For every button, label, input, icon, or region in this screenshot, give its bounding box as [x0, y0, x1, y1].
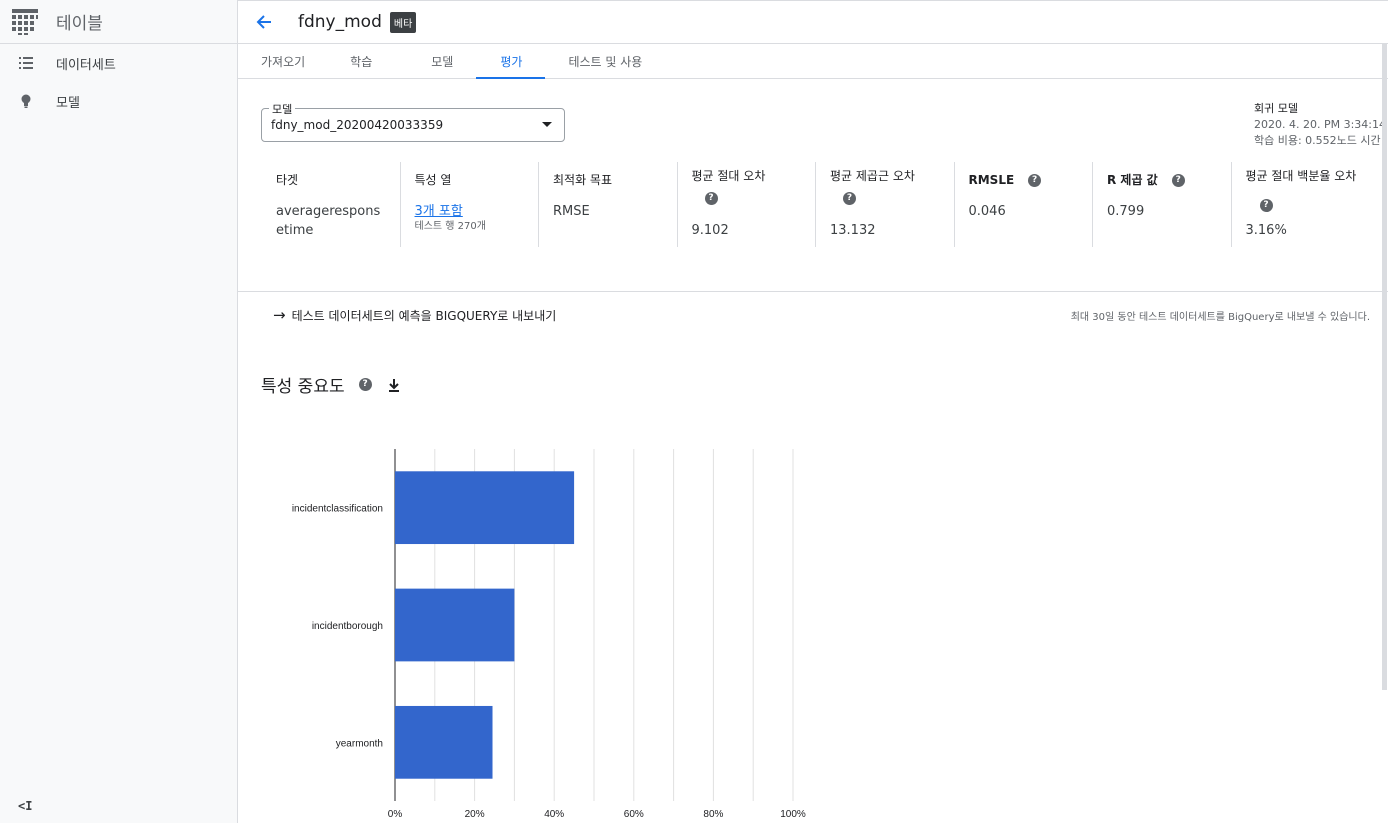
metric-label: 평균 절대 백분율 오차: [1245, 169, 1357, 183]
metric-rmsle: RMSLE? 0.046: [955, 162, 1093, 247]
scrollbar[interactable]: [1382, 44, 1387, 690]
metric-mae: 평균 절대 오차 ? 9.102: [678, 162, 816, 247]
download-icon[interactable]: [386, 377, 402, 393]
metric-label: 평균 제곱근 오차: [830, 169, 915, 183]
page-header: fdny_mod 베타: [238, 0, 1388, 44]
model-select-value: fdny_mod_20200420033359: [271, 118, 444, 132]
training-cost: 학습 비용: 0.552노드 시간: [1254, 134, 1381, 147]
lightbulb-icon: [18, 93, 34, 109]
export-to-bigquery-button[interactable]: → 테스트 데이터세트의 예측을 BIGQUERY로 내보내기: [273, 306, 556, 324]
metric-target: 타겟 averagerespons etime: [262, 162, 401, 247]
x-tick-label: 100%: [780, 809, 806, 820]
feature-importance-chart: incidentclassification incidentborough yea…: [292, 449, 806, 820]
feature-importance-header: 특성 중요도 ?: [261, 372, 402, 397]
tab-models[interactable]: 모델: [404, 44, 476, 78]
help-icon[interactable]: ?: [704, 192, 718, 205]
beta-badge: 베타: [389, 11, 417, 33]
x-tick-label: 40%: [544, 809, 564, 820]
export-label: 테스트 데이터세트의 예측을 BIGQUERY로 내보내기: [291, 308, 557, 323]
y-tick-label: yearmonth: [336, 738, 383, 749]
tab-import[interactable]: 가져오기: [238, 44, 328, 78]
metric-label: 타겟: [276, 173, 299, 187]
dataset-name: fdny_mod: [298, 12, 382, 32]
metric-rmse: 평균 제곱근 오차 ? 13.132: [816, 162, 955, 247]
list-icon: [18, 55, 34, 71]
help-icon[interactable]: ?: [1259, 199, 1273, 212]
model-type: 회귀 모델: [1254, 102, 1298, 115]
sidebar-title: 테이블: [56, 14, 103, 34]
metric-label: R 제곱 값: [1107, 173, 1158, 187]
test-rows-count: 테스트 행 270개: [414, 221, 486, 232]
metric-value: 9.102: [691, 223, 729, 238]
metric-value: 3.16%: [1245, 223, 1287, 238]
sidebar-item-models[interactable]: 모델: [0, 82, 237, 120]
y-tick-label: incidentclassification: [292, 504, 383, 515]
help-icon[interactable]: ?: [358, 378, 372, 391]
sidebar-item-label: 데이터세트: [56, 57, 116, 73]
model-created: 2020. 4. 20. PM 3:34:14: [1254, 118, 1386, 131]
sidebar: 테이블 데이터세트 모델 <I: [0, 0, 238, 823]
x-tick-label: 0%: [388, 809, 403, 820]
sidebar-item-label: 모델: [56, 95, 80, 111]
x-tick-label: 80%: [703, 809, 723, 820]
metric-label: 특성 열: [414, 173, 452, 187]
sidebar-header: 테이블: [0, 0, 237, 44]
model-info: 회귀 모델 2020. 4. 20. PM 3:34:14 학습 비용: 0.5…: [1254, 101, 1386, 149]
x-tick-label: 60%: [624, 809, 644, 820]
bar-incidentborough[interactable]: [395, 588, 515, 662]
collapse-sidebar-button[interactable]: <I: [18, 799, 32, 813]
metric-value: 13.132: [830, 223, 876, 238]
metric-value: 0.799: [1107, 204, 1145, 219]
feature-importance-title: 특성 중요도: [261, 377, 345, 397]
bar-incidentclassification[interactable]: [395, 471, 575, 545]
metric-label: 최적화 목표: [553, 173, 613, 187]
dropdown-arrow-icon: [542, 122, 552, 127]
divider: [238, 291, 1388, 292]
metric-feature-columns: 특성 열 3개 포함 테스트 행 270개: [401, 162, 539, 247]
feature-columns-link[interactable]: 3개 포함: [415, 204, 463, 219]
help-icon[interactable]: ?: [1028, 174, 1042, 187]
help-icon[interactable]: ?: [1171, 174, 1185, 187]
evaluate-content: 모델 fdny_mod_20200420033359 회귀 모델 2020. 4…: [238, 79, 1388, 823]
metric-value: 0.046: [968, 204, 1006, 219]
metric-optimization-objective: 최적화 목표 RMSE: [539, 162, 678, 247]
metric-mape: 평균 절대 백분율 오차? 3.16%: [1232, 162, 1362, 247]
tab-evaluate[interactable]: 평가: [476, 44, 546, 79]
metric-value: averagerespons etime: [276, 204, 381, 238]
tab-bar: 가져오기 학습 모델 평가 테스트 및 사용: [238, 44, 1388, 79]
arrow-right-icon: →: [273, 306, 286, 324]
metric-label: 평균 절대 오차: [691, 169, 766, 183]
y-tick-label: incidentborough: [312, 621, 383, 632]
tables-logo-icon: [12, 8, 38, 35]
metric-value: RMSE: [553, 204, 590, 219]
tab-train[interactable]: 학습: [328, 44, 404, 78]
back-arrow-icon[interactable]: [254, 12, 274, 32]
metric-r-squared: R 제곱 값? 0.799: [1093, 162, 1232, 247]
metrics-row: 타겟 averagerespons etime 특성 열 3개 포함 테스트 행…: [262, 162, 1388, 247]
metric-label: RMSLE: [968, 173, 1015, 187]
bar-yearmonth[interactable]: [395, 705, 493, 779]
sidebar-item-datasets[interactable]: 데이터세트: [0, 44, 237, 82]
x-tick-label: 20%: [465, 809, 485, 820]
export-note: 최대 30일 동안 테스트 데이터세트를 BigQuery로 내보낼 수 있습니…: [1070, 312, 1370, 323]
help-icon[interactable]: ?: [843, 192, 856, 205]
model-select[interactable]: 모델 fdny_mod_20200420033359: [261, 101, 565, 142]
model-select-label: 모델: [269, 101, 296, 117]
tab-test-and-use[interactable]: 테스트 및 사용: [545, 44, 665, 78]
